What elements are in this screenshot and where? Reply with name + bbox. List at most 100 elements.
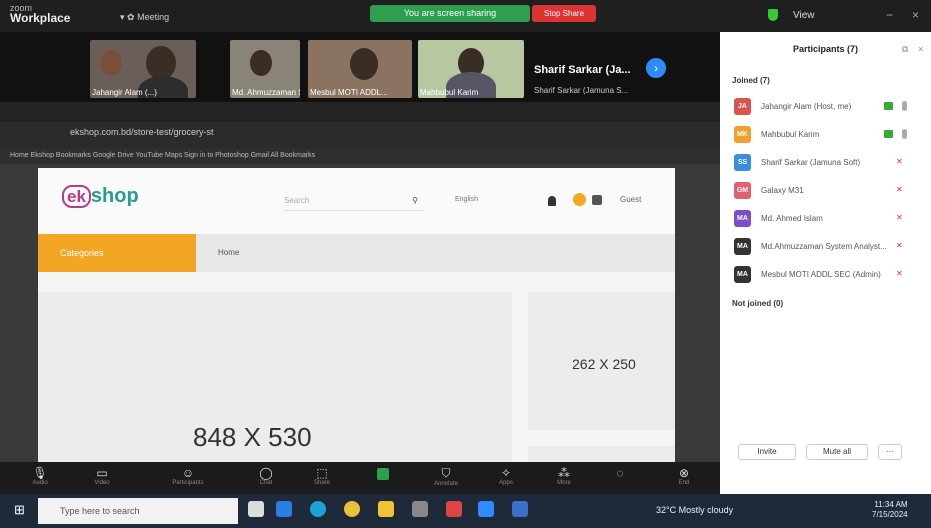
sharing-banner: You are screen sharing: [370, 5, 530, 22]
invite-button[interactable]: Invite: [738, 444, 796, 460]
zoom-icon[interactable]: [478, 501, 494, 517]
camera-on-icon: [884, 130, 893, 138]
camera-on-icon: [884, 102, 893, 110]
annotate-button[interactable]: ⛉ Annotate: [426, 462, 466, 494]
participant-row[interactable]: GM Galaxy M31 ✕: [734, 181, 924, 201]
share-icon: ⬚: [316, 466, 328, 480]
share-button[interactable]: ⬚ Share: [302, 462, 342, 494]
tile-name: Mesbul MOTI ADDL...: [310, 88, 388, 97]
tile-name: Md. Ahmuzzaman Syst...: [232, 88, 300, 97]
language-select[interactable]: English: [455, 196, 478, 203]
video-tile[interactable]: Md. Ahmuzzaman Syst...: [230, 40, 300, 98]
account-menu[interactable]: Guest: [620, 195, 641, 204]
video-tile[interactable]: Mahbubul Karim: [418, 40, 524, 98]
app-icon[interactable]: [276, 501, 292, 517]
mic-muted-icon: ✕: [896, 185, 903, 194]
chat-button[interactable]: ◯ Chat: [246, 462, 286, 494]
edge-icon[interactable]: [310, 501, 326, 517]
app-icon[interactable]: [512, 501, 528, 517]
close-icon: ⊗: [678, 466, 690, 480]
video-tile[interactable]: Mesbul MOTI ADDL...: [308, 40, 412, 98]
shield-icon: ⛉: [441, 466, 451, 480]
meeting-icon: ✿: [127, 12, 135, 22]
cart-icon[interactable]: [592, 195, 602, 205]
stop-share-button[interactable]: Stop Share: [532, 5, 596, 22]
user-icon[interactable]: [548, 196, 556, 206]
avatar: MA: [734, 238, 751, 255]
minimize-icon[interactable]: −: [886, 8, 893, 22]
mic-icon: [902, 101, 907, 111]
participant-row[interactable]: MA Md.Ahmuzzaman System Analyst... ✕: [734, 237, 924, 257]
mic-muted-icon: ✕: [896, 269, 903, 278]
avatar: MA: [734, 210, 751, 227]
video-button[interactable]: ▭ Video: [82, 462, 122, 494]
panel-title: Participants (7): [792, 44, 859, 54]
participant-row[interactable]: JA Jahangir Alam (Host, me): [734, 97, 924, 117]
tile-name: Mahbubul Karim: [420, 88, 479, 97]
popout-icon[interactable]: ⧉: [902, 44, 908, 55]
more-options-button[interactable]: ···: [878, 444, 902, 460]
ekshop-logo[interactable]: ek shop: [62, 185, 139, 208]
close-icon[interactable]: ×: [912, 8, 919, 22]
spotlight-subtitle: Sharif Sarkar (Jamuna S...: [534, 86, 629, 95]
more-button[interactable]: ⁂ More: [544, 462, 584, 494]
apps-button[interactable]: ✧ Apps: [486, 462, 526, 494]
mute-all-button[interactable]: Mute all: [806, 444, 868, 460]
participant-row[interactable]: MA Md. Ahmed Islam ✕: [734, 209, 924, 229]
taskbar-clock[interactable]: 11:34 AM 7/15/2024: [872, 500, 908, 520]
participants-panel: Participants (7) ⧉ × Joined (7) JA Jahang…: [720, 32, 931, 494]
audio-button[interactable]: 🎙 Audio: [20, 462, 60, 494]
not-joined-section-header[interactable]: Not joined (0): [732, 299, 783, 308]
more-icon: ◌: [616, 466, 624, 480]
sparkle-icon: ✧: [500, 466, 512, 480]
avatar: JA: [734, 98, 751, 115]
next-page-button[interactable]: ›: [646, 58, 666, 78]
weather-widget[interactable]: 32°C Mostly cloudy: [656, 505, 733, 515]
browser-tab-strip[interactable]: [0, 102, 720, 122]
tile-name: Jahangir Alam (...): [92, 88, 157, 97]
camera-icon: ▭: [96, 466, 108, 480]
participants-button[interactable]: ☺ Participants: [168, 462, 208, 494]
avatar: MA: [734, 266, 751, 283]
joined-section-header[interactable]: Joined (7): [732, 76, 770, 85]
app-icon[interactable]: [412, 501, 428, 517]
app-icon[interactable]: [446, 501, 462, 517]
avatar: MK: [734, 126, 751, 143]
avatar: GM: [734, 182, 751, 199]
mic-muted-icon: ✕: [896, 213, 903, 222]
mic-muted-icon: ✕: [896, 241, 903, 250]
close-panel-icon[interactable]: ×: [918, 44, 923, 54]
task-view-icon[interactable]: [248, 501, 264, 517]
end-button[interactable]: ⊗ End: [664, 462, 704, 494]
microphone-icon: 🎙: [32, 466, 48, 480]
zoom-brand: zoom Workplace: [10, 3, 71, 25]
main-banner-placeholder[interactable]: 848 X 530: [38, 292, 512, 462]
search-icon: ⚲: [412, 196, 418, 205]
mic-muted-icon: ✕: [896, 157, 903, 166]
video-tile[interactable]: Jahangir Alam (...): [90, 40, 196, 98]
side-banner-placeholder[interactable]: 262 X 250: [528, 292, 675, 430]
categories-button[interactable]: Categories: [38, 234, 196, 272]
meeting-menu[interactable]: ▾ ✿ Meeting: [120, 12, 169, 23]
address-bar[interactable]: ekshop.com.bd/store-test/grocery-st: [70, 127, 214, 137]
new-share-icon[interactable]: [377, 468, 389, 480]
site-search-input[interactable]: Search ⚲: [284, 191, 424, 211]
participant-row[interactable]: SS Sharif Sarkar (Jamuna Soft) ✕: [734, 153, 924, 173]
security-shield-icon[interactable]: [768, 9, 778, 21]
notification-badge: [573, 193, 586, 206]
spotlight-name: Sharif Sarkar (Ja...: [534, 64, 631, 76]
avatar: SS: [734, 154, 751, 171]
chrome-icon[interactable]: [344, 501, 360, 517]
bookmarks-bar[interactable]: Home Ekshop Bookmarks Google Drive YouTu…: [0, 148, 720, 164]
view-button[interactable]: View: [793, 10, 815, 21]
home-link[interactable]: Home: [218, 248, 239, 257]
apps-icon: ⁂: [558, 466, 570, 480]
file-explorer-icon[interactable]: [378, 501, 394, 517]
mic-icon: [902, 129, 907, 139]
windows-start-icon[interactable]: ⊞: [14, 503, 28, 517]
more-menu-button[interactable]: ◌: [600, 462, 640, 494]
taskbar-search-input[interactable]: Type here to search: [38, 498, 238, 524]
participant-row[interactable]: MK Mahbubul Karim: [734, 125, 924, 145]
participant-row[interactable]: MA Mesbul MOTI ADDL SEC (Admin) ✕: [734, 265, 924, 285]
side-banner-placeholder-2: [528, 446, 675, 462]
